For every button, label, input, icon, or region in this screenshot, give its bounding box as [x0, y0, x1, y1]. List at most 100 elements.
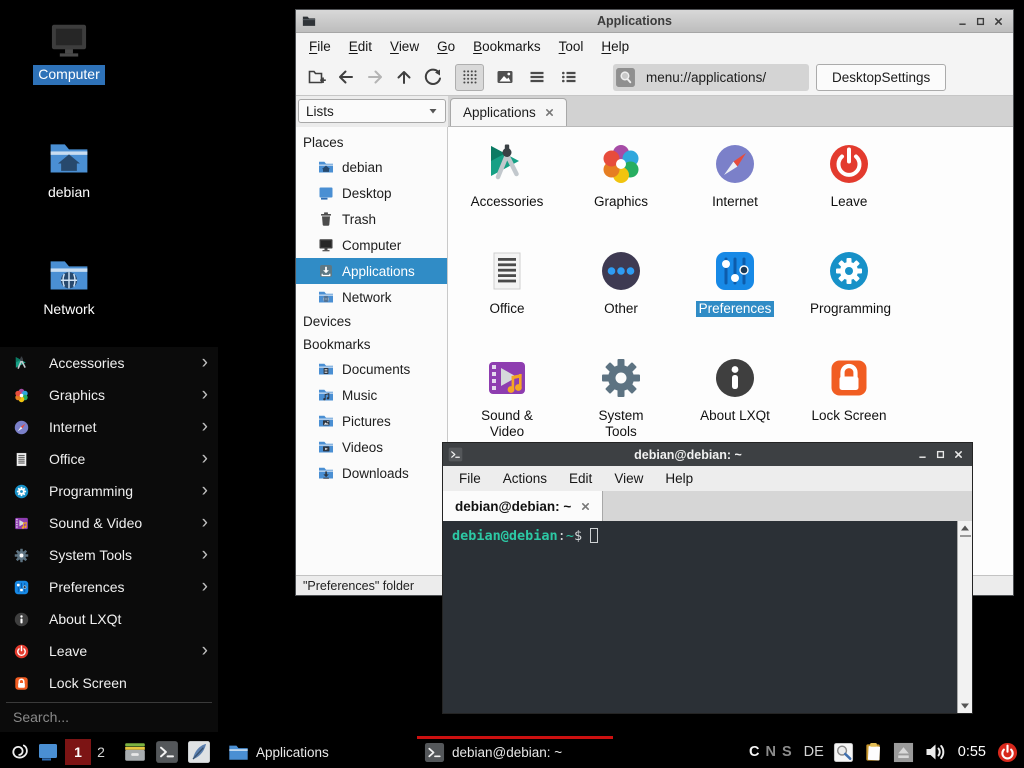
terminal-tab[interactable]: debian@debian: ~	[443, 491, 603, 521]
menu-search-input[interactable]: Search...	[0, 703, 218, 730]
menu-help[interactable]: Help	[654, 468, 704, 489]
featherpad-launcher[interactable]	[187, 740, 211, 764]
sidebar-item-applications[interactable]: Applications	[296, 258, 447, 284]
scroll-up-icon[interactable]	[960, 523, 970, 533]
reload-button[interactable]	[418, 64, 447, 91]
task-button-applications[interactable]: Applications	[221, 736, 417, 768]
menu-item-lock-screen[interactable]: Lock Screen	[0, 667, 218, 699]
grid-item-office[interactable]: Office	[450, 244, 564, 351]
compact-view-button[interactable]	[522, 64, 551, 91]
programming-icon	[825, 247, 873, 295]
terminal-titlebar[interactable]: debian@debian: ~	[443, 443, 972, 466]
workspace-2-button[interactable]: 2	[91, 739, 111, 765]
sidebar-item-trash[interactable]: Trash	[296, 206, 447, 232]
grid-item-preferences[interactable]: Preferences	[678, 244, 792, 351]
scroll-down-icon[interactable]	[960, 701, 970, 711]
grid-item-sound-video[interactable]: Sound & Video	[450, 351, 564, 458]
minimize-button[interactable]	[953, 14, 971, 28]
grid-item-about-lxqt[interactable]: About LXQt	[678, 351, 792, 458]
places-sidebar: Places debian Desktop Trash Computer	[296, 127, 448, 575]
maximize-button[interactable]	[971, 14, 989, 28]
grid-item-programming[interactable]: Programming	[792, 244, 906, 351]
desktop-icon-computer[interactable]: Computer	[21, 19, 117, 85]
thumbnail-view-button[interactable]	[490, 64, 519, 91]
sidebar-item-desktop[interactable]: Desktop	[296, 180, 447, 206]
grid-item-graphics[interactable]: Graphics	[564, 137, 678, 244]
terminal-scrollbar[interactable]	[957, 521, 972, 713]
detailed-view-button[interactable]	[554, 64, 583, 91]
back-button[interactable]	[331, 64, 360, 91]
task-button-terminal[interactable]: debian@debian: ~	[417, 736, 613, 768]
sidebar-item-music[interactable]: Music	[296, 382, 447, 408]
menu-item-system-tools[interactable]: System Tools ›	[0, 539, 218, 571]
sidebar-item-computer[interactable]: Computer	[296, 232, 447, 258]
clipboard-tray-icon[interactable]	[863, 742, 884, 763]
minimize-button[interactable]	[913, 448, 931, 462]
menu-view[interactable]: View	[381, 35, 428, 58]
up-button[interactable]	[389, 64, 418, 91]
sidebar-item-documents[interactable]: Documents	[296, 356, 447, 382]
sidebar-item-videos[interactable]: Videos	[296, 434, 447, 460]
file-manager-launcher[interactable]	[123, 740, 147, 764]
menu-edit[interactable]: Edit	[558, 468, 603, 489]
sidebar-item-pictures[interactable]: Pictures	[296, 408, 447, 434]
clock[interactable]: 0:55	[958, 744, 986, 760]
sidebar-mode-select[interactable]: Lists	[298, 99, 446, 123]
scrollbar-thumb[interactable]	[960, 535, 971, 537]
sidebar-item-debian[interactable]: debian	[296, 154, 447, 180]
menu-go[interactable]: Go	[428, 35, 464, 58]
keyboard-layout-indicator[interactable]: DE	[804, 744, 824, 760]
desktop-icon-debian[interactable]: debian	[21, 137, 117, 203]
desktop-icon-network[interactable]: Network	[21, 254, 117, 320]
grid-item-leave[interactable]: Leave	[792, 137, 906, 244]
menu-file[interactable]: File	[448, 468, 492, 489]
new-tab-button[interactable]	[302, 64, 331, 91]
menu-item-internet[interactable]: Internet ›	[0, 411, 218, 443]
file-manager-titlebar[interactable]: Applications	[296, 10, 1013, 33]
menu-item-leave[interactable]: Leave ›	[0, 635, 218, 667]
close-button[interactable]	[989, 14, 1007, 28]
grid-item-system-tools[interactable]: System Tools	[564, 351, 678, 458]
icon-view-button[interactable]	[455, 64, 484, 91]
menu-item-graphics[interactable]: Graphics ›	[0, 379, 218, 411]
sidebar-item-downloads[interactable]: Downloads	[296, 460, 447, 486]
tab-close-icon[interactable]	[581, 502, 590, 511]
grid-item-internet[interactable]: Internet	[678, 137, 792, 244]
menu-item-preferences[interactable]: Preferences ›	[0, 571, 218, 603]
menu-actions[interactable]: Actions	[492, 468, 558, 489]
menu-view[interactable]: View	[603, 468, 654, 489]
menu-bookmarks[interactable]: Bookmarks	[464, 35, 550, 58]
other-icon	[597, 247, 645, 295]
menu-file[interactable]: File	[300, 35, 340, 58]
menu-item-about-lxqt[interactable]: About LXQt	[0, 603, 218, 635]
menu-edit[interactable]: Edit	[340, 35, 381, 58]
desktop-settings-button[interactable]: DesktopSettings	[816, 64, 946, 91]
close-button[interactable]	[949, 448, 967, 462]
menu-item-office[interactable]: Office ›	[0, 443, 218, 475]
screenshot-tray-icon[interactable]	[833, 742, 854, 763]
shutdown-button[interactable]	[997, 742, 1018, 763]
sidebar-item-network[interactable]: Network	[296, 284, 447, 310]
tab-applications[interactable]: Applications	[450, 98, 567, 126]
menu-item-programming[interactable]: Programming ›	[0, 475, 218, 507]
main-menu-button[interactable]	[3, 737, 33, 767]
volume-tray-icon[interactable]	[923, 740, 947, 764]
path-bar[interactable]: menu://applications/	[613, 64, 809, 91]
maximize-button[interactable]	[931, 448, 949, 462]
forward-button[interactable]	[360, 64, 389, 91]
menu-item-sound-video[interactable]: Sound & Video ›	[0, 507, 218, 539]
grid-item-accessories[interactable]: Accessories	[450, 137, 564, 244]
network-folder-icon	[318, 289, 334, 305]
grid-item-other[interactable]: Other	[564, 244, 678, 351]
show-desktop-button[interactable]	[33, 737, 63, 767]
menu-help[interactable]: Help	[592, 35, 638, 58]
terminal-output[interactable]: debian@debian:~$	[443, 521, 957, 713]
grid-item-lock-screen[interactable]: Lock Screen	[792, 351, 906, 458]
terminal-cursor	[590, 528, 598, 543]
menu-item-accessories[interactable]: Accessories ›	[0, 347, 218, 379]
removable-media-tray-icon[interactable]	[893, 742, 914, 763]
workspace-1-button[interactable]: 1	[65, 739, 91, 765]
tab-close-icon[interactable]	[545, 108, 554, 117]
terminal-launcher[interactable]	[155, 740, 179, 764]
menu-tool[interactable]: Tool	[550, 35, 593, 58]
